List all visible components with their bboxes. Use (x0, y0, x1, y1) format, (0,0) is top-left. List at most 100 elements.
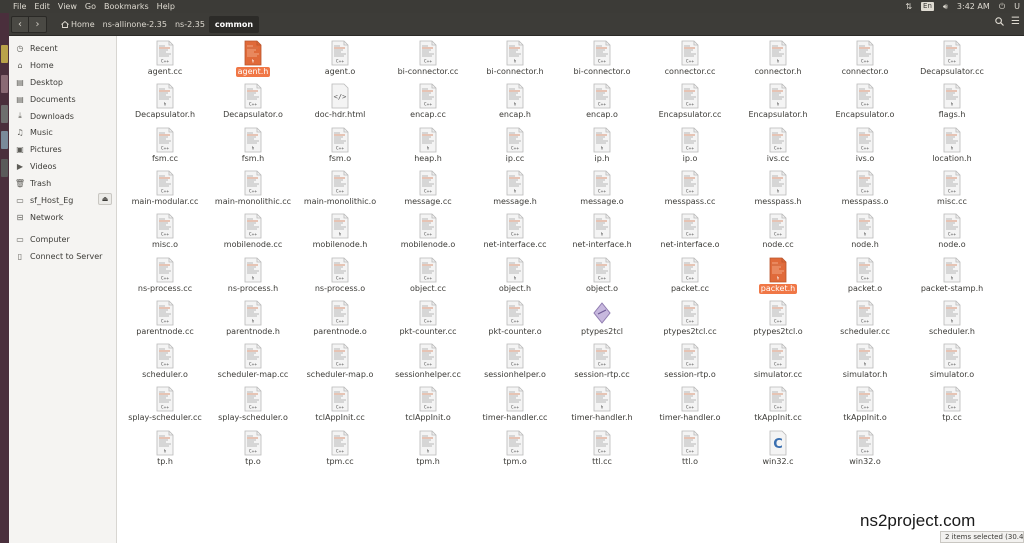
sidebar-item-music[interactable]: ♫ Music (16, 125, 114, 139)
forward-button[interactable]: › (29, 15, 47, 33)
file-item[interactable]: C++ tkAppInit.cc (734, 386, 822, 430)
file-item[interactable]: C++ tp.cc (908, 386, 996, 430)
file-item[interactable]: C++ scheduler.cc (821, 300, 909, 344)
file-item[interactable]: C++ ttl.o (646, 430, 734, 474)
file-item[interactable]: C++ parentnode.o (296, 300, 384, 344)
file-item[interactable]: C++ encap.cc (384, 83, 472, 127)
file-item[interactable]: C++ net-interface.o (646, 213, 734, 257)
file-item[interactable]: C++ tclAppInit.o (384, 386, 472, 430)
back-button[interactable]: ‹ (11, 15, 29, 33)
file-item[interactable]: C++ tpm.cc (296, 430, 384, 474)
file-item[interactable]: h messpass.h (734, 170, 822, 214)
file-item[interactable]: h encap.h (471, 83, 559, 127)
file-item[interactable]: C++ main-modular.cc (121, 170, 209, 214)
file-item[interactable]: C++ win32.o (821, 430, 909, 474)
file-item[interactable]: C++ net-interface.cc (471, 213, 559, 257)
file-item[interactable]: h ns-process.h (209, 257, 297, 301)
file-item[interactable]: </> doc-hdr.html (296, 83, 384, 127)
file-item[interactable]: C++ ip.o (646, 127, 734, 171)
file-item[interactable]: C++ packet.o (821, 257, 909, 301)
file-item[interactable]: C++ sessionhelper.cc (384, 343, 472, 387)
file-item[interactable]: h bi-connector.h (471, 40, 559, 84)
breadcrumb-ns-allinone[interactable]: ns-allinone-2.35 (99, 16, 171, 33)
file-item[interactable]: C++ message.cc (384, 170, 472, 214)
file-item[interactable]: h ip.h (558, 127, 646, 171)
file-item[interactable]: C++ fsm.o (296, 127, 384, 171)
hamburger-menu-button[interactable]: ☰ (1011, 16, 1020, 27)
launcher-app-icon[interactable] (1, 75, 8, 93)
file-item[interactable]: C++ mobilenode.o (384, 213, 472, 257)
file-item[interactable]: C++ messpass.o (821, 170, 909, 214)
file-item[interactable]: C++ main-monolithic.cc (209, 170, 297, 214)
menu-go[interactable]: Go (85, 2, 96, 11)
file-item[interactable]: C++ bi-connector.cc (384, 40, 472, 84)
file-item[interactable]: C++ tpm.o (471, 430, 559, 474)
file-item[interactable]: C++ sessionhelper.o (471, 343, 559, 387)
file-item[interactable]: C++ object.o (558, 257, 646, 301)
file-item[interactable]: h timer-handler.h (558, 386, 646, 430)
breadcrumb-ns-235[interactable]: ns-2.35 (171, 16, 209, 33)
sidebar-item-documents[interactable]: ▤ Documents (16, 92, 114, 106)
clock[interactable]: 3:42 AM (957, 2, 990, 11)
file-item[interactable]: C++ ptypes2tcl.cc (646, 300, 734, 344)
power-icon[interactable]: ⏻ (999, 2, 1005, 12)
file-item[interactable]: C++ connector.o (821, 40, 909, 84)
file-item[interactable]: h tpm.h (384, 430, 472, 474)
file-item[interactable]: C++ timer-handler.cc (471, 386, 559, 430)
file-item[interactable]: C++ scheduler.o (121, 343, 209, 387)
file-item[interactable]: C++ messpass.cc (646, 170, 734, 214)
file-item[interactable]: C++ parentnode.cc (121, 300, 209, 344)
file-item[interactable]: h object.h (471, 257, 559, 301)
file-item[interactable]: C++ tp.o (209, 430, 297, 474)
file-item[interactable]: C++ simulator.o (908, 343, 996, 387)
file-item[interactable]: C++ fsm.cc (121, 127, 209, 171)
launcher-app-icon[interactable] (1, 159, 8, 177)
file-item[interactable]: C++ pkt-counter.cc (384, 300, 472, 344)
menu-file[interactable]: File (13, 2, 26, 11)
file-item[interactable]: C++ Decapsulator.cc (908, 40, 996, 84)
sidebar-item-sf-host-eg[interactable]: ▭ sf_Host_Eg ⏏ (16, 193, 114, 207)
user-menu[interactable]: U (1014, 2, 1020, 11)
file-item[interactable]: h location.h (908, 127, 996, 171)
file-item[interactable]: C++ simulator.cc (734, 343, 822, 387)
file-item[interactable]: C++ Encapsulator.o (821, 83, 909, 127)
sidebar-item-trash[interactable]: 🗑 Trash (15, 176, 114, 190)
sidebar-item-computer[interactable]: ▭ Computer (16, 232, 114, 246)
sidebar-item-pictures[interactable]: ▣ Pictures (16, 142, 114, 156)
search-button[interactable] (995, 17, 1004, 29)
menu-bookmarks[interactable]: Bookmarks (104, 2, 149, 11)
file-item[interactable]: C++ agent.cc (121, 40, 209, 84)
file-item[interactable]: C++ message.o (558, 170, 646, 214)
sidebar-item-home[interactable]: ⌂ Home (16, 58, 114, 72)
file-item[interactable]: C++ pkt-counter.o (471, 300, 559, 344)
file-item[interactable]: h fsm.h (209, 127, 297, 171)
file-item[interactable]: h tp.h (121, 430, 209, 474)
sidebar-item-connect-to-server[interactable]: ▯ Connect to Server (16, 249, 114, 263)
file-item[interactable]: h agent.h (209, 40, 297, 84)
file-item[interactable]: C++ ivs.o (821, 127, 909, 171)
sidebar-item-network[interactable]: ⊟ Network (16, 210, 114, 224)
menu-help[interactable]: Help (157, 2, 175, 11)
menu-edit[interactable]: Edit (34, 2, 50, 11)
file-item[interactable]: C++ ivs.cc (734, 127, 822, 171)
file-item[interactable]: C++ splay-scheduler.o (209, 386, 297, 430)
file-item[interactable]: C++ session-rtp.cc (558, 343, 646, 387)
file-item[interactable]: C++ mobilenode.cc (209, 213, 297, 257)
volume-icon[interactable]: 🔊︎ (943, 2, 948, 12)
file-item[interactable]: C++ packet.cc (646, 257, 734, 301)
file-item[interactable]: C++ encap.o (558, 83, 646, 127)
file-item[interactable]: C++ node.cc (734, 213, 822, 257)
file-item[interactable]: h packet-stamp.h (908, 257, 996, 301)
breadcrumb-home[interactable]: Home (57, 16, 99, 33)
file-item[interactable]: C++ timer-handler.o (646, 386, 734, 430)
file-item[interactable]: h node.h (821, 213, 909, 257)
file-item[interactable]: C++ connector.cc (646, 40, 734, 84)
file-item[interactable]: h mobilenode.h (296, 213, 384, 257)
launcher-app-icon[interactable] (1, 131, 8, 149)
file-item[interactable]: h scheduler.h (908, 300, 996, 344)
file-item[interactable]: C++ scheduler-map.cc (209, 343, 297, 387)
file-item[interactable]: C++ tkAppInit.o (821, 386, 909, 430)
file-item[interactable]: C++ ns-process.cc (121, 257, 209, 301)
file-item[interactable]: h packet.h (734, 257, 822, 301)
file-item[interactable]: C++ session-rtp.o (646, 343, 734, 387)
